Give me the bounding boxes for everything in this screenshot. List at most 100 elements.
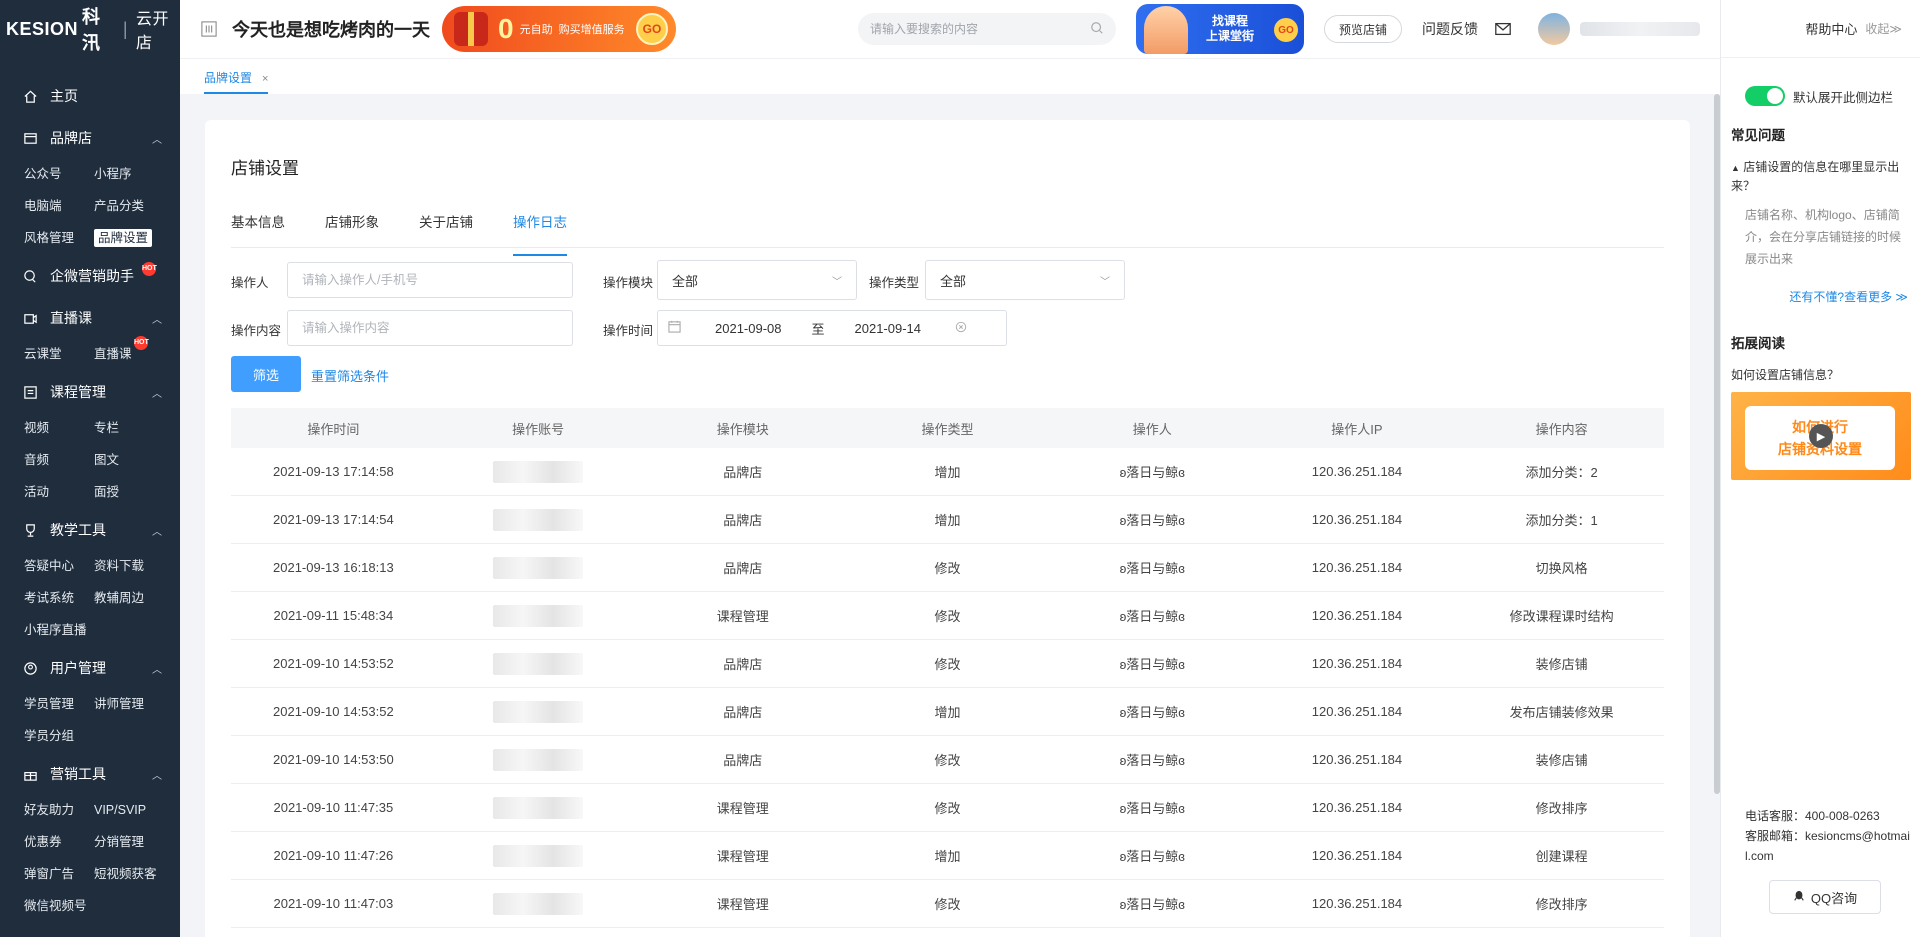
cell-account [436,892,641,915]
sidebar-item-brand-settings[interactable]: 品牌设置 [94,222,180,254]
sidebar-item-exam[interactable]: 考试系统 [24,582,94,614]
mail-icon[interactable] [1494,19,1514,39]
module-label: 操作模块 [603,276,654,290]
date-start[interactable]: 2021-09-08 [715,321,782,336]
sidebar-head-brand-store[interactable]: 品牌店 ︿ [0,118,180,158]
cell-content: 修改排序 [1535,801,1588,816]
sidebar-item-peripherals[interactable]: 教辅周边 [94,582,180,614]
sidebar-head-users[interactable]: 用户管理 ︿ [0,648,180,688]
avatar[interactable] [1538,13,1571,45]
cell-account [436,460,641,483]
sidebar-item-pc[interactable]: 电脑端 [24,190,94,222]
chevron-up-icon[interactable]: ︿ [152,131,162,146]
faq-question[interactable]: ▲ 店铺设置的信息在哪里显示出来？ [1731,158,1911,195]
sidebar-item-home[interactable]: 主页 [0,76,180,116]
table-row: 2021-09-11 15:48:34 课程管理 修改 ʚ落日与鲸ɞ 120.36.25… [231,592,1664,640]
date-end[interactable]: 2021-09-14 [855,321,922,336]
cell-account [436,748,641,771]
filter-button[interactable]: 筛选 [231,356,301,392]
chevron-up-icon[interactable]: ︿ [152,385,162,400]
sidebar-item-teachers[interactable]: 讲师管理 [94,688,180,720]
reset-filter-link[interactable]: 重置筛选条件 [311,366,389,385]
sidebar-head-live[interactable]: 直播课 ︿ [0,298,180,338]
promo-banner[interactable]: 0 元自助 购买增值服务 GO [442,6,676,52]
account-blurred [493,652,584,675]
sidebar-item-style-manage[interactable]: 风格管理 [24,222,94,254]
chevron-up-icon[interactable]: ︿ [152,523,162,538]
chevron-up-icon[interactable]: ︿ [152,311,162,326]
sidebar-item-groups[interactable]: 学员分组 [24,720,94,752]
table-row: 2021-09-10 11:47:03 课程管理 修改 ʚ落日与鲸ɞ 120.36.25… [231,880,1664,928]
default-expand-switch[interactable] [1745,86,1785,106]
course-go-button[interactable]: GO [1274,18,1298,42]
promo-text1: 元自助 [519,24,553,36]
chevron-up-icon[interactable]: ︿ [152,661,162,676]
sidebar-item-product-category[interactable]: 产品分类 [94,190,180,222]
tab-basic-info[interactable]: 基本信息 [231,208,285,247]
menu-toggle-icon[interactable] [200,20,218,38]
sidebar-item-friend-help[interactable]: 好友助力 [24,794,94,826]
cell-module: 品牌店 [723,513,763,528]
sidebar-item-audio[interactable]: 音频 [24,444,94,476]
view-more-link[interactable]: 还有不懂?查看更多 ≫ [1789,288,1908,305]
sidebar-item-distribution[interactable]: 分销管理 [94,826,180,858]
sidebar-head-wecom[interactable]: 企微营销助手 HOT [0,256,180,296]
sidebar-item-column[interactable]: 专栏 [94,412,180,444]
cell-module: 品牌店 [723,753,763,768]
brand-logo[interactable]: KESION 科汛 | 云开店 [0,0,180,58]
sidebar-head-teaching[interactable]: 教学工具 ︿ [0,510,180,550]
sidebar-item-qa-center[interactable]: 答疑中心 [24,550,94,582]
cell-time: 2021-09-13 16:18:13 [273,560,394,575]
sidebar-head-marketing[interactable]: 营销工具 ︿ [0,754,180,794]
content-input[interactable] [287,310,573,346]
sidebar-item-wechat-channel[interactable]: 微信视频号 [24,890,94,922]
sidebar-head-label: 用户管理 [50,660,106,676]
clear-date-icon[interactable] [955,321,967,336]
sidebar-head-course[interactable]: 课程管理 ︿ [0,372,180,412]
sidebar-item-live-course[interactable]: 直播课 HOT [94,336,180,370]
sidebar-item-popup-ad[interactable]: 弹窗广告 [24,858,94,890]
operator-input[interactable] [287,262,573,298]
sidebar-item-mini-live[interactable]: 小程序直播 [24,614,94,646]
sidebar-item-offline[interactable]: 面授 [94,476,180,508]
user-name-blurred[interactable] [1580,22,1701,36]
tab-store-image[interactable]: 店铺形象 [325,208,379,247]
qq-consult-button[interactable]: QQ咨询 [1769,880,1881,914]
module-select[interactable]: 全部 ﹀ [657,260,857,300]
extended-reading-question[interactable]: 如何设置店铺信息？ [1731,366,1839,383]
list-icon [22,384,38,400]
tab-about-store[interactable]: 关于店铺 [419,208,473,247]
col-header-operator: 操作人 [1132,421,1172,437]
sidebar-item-event[interactable]: 活动 [24,476,94,508]
sidebar-item-coupon[interactable]: 优惠券 [24,826,94,858]
help-center-link[interactable]: 帮助中心 [1805,19,1857,38]
cell-time: 2021-09-10 11:47:35 [273,800,394,815]
sidebar-item-students[interactable]: 学员管理 [24,688,94,720]
search-icon[interactable] [1090,21,1104,38]
sidebar-item-downloads[interactable]: 资料下载 [94,550,180,582]
promo-go-button[interactable]: GO [636,13,668,45]
preview-store-button[interactable]: 预览店铺 [1324,15,1403,43]
open-tab-brand-settings[interactable]: 品牌设置 × [204,69,269,94]
sidebar-item-article[interactable]: 图文 [94,444,180,476]
sidebar-item-official-account[interactable]: 公众号 [24,158,94,190]
date-range-picker[interactable]: 2021-09-08 至 2021-09-14 [657,310,1007,346]
tab-operation-log[interactable]: 操作日志 [513,208,567,256]
sidebar-item-short-video[interactable]: 短视频获客 [94,858,180,890]
feedback-link[interactable]: 问题反馈 [1422,19,1478,39]
sidebar-item-vip[interactable]: VIP/SVIP [94,794,180,826]
cell-operator: ʚ落日与鲸ɞ [1119,609,1185,624]
store-info-video-banner[interactable]: 如何进行店铺资料设置 ▶ [1731,392,1911,480]
sidebar-item-cloud-classroom[interactable]: 云课堂 [24,338,94,370]
close-icon[interactable]: × [262,73,268,85]
sidebar-item-video[interactable]: 视频 [24,412,94,444]
sidebar-item-mini-program[interactable]: 小程序 [94,158,180,190]
search-input[interactable] [870,22,1090,36]
col-header-module: 操作模块 [716,421,769,437]
chevron-up-icon[interactable]: ︿ [152,767,162,782]
cell-operator: ʚ落日与鲸ɞ [1119,705,1185,720]
collapse-panel-button[interactable]: 收起≫ [1865,20,1902,37]
type-select[interactable]: 全部 ﹀ [925,260,1125,300]
play-icon[interactable]: ▶ [1809,424,1833,448]
find-course-banner[interactable]: 找课程 上课堂街 GO [1136,4,1304,54]
